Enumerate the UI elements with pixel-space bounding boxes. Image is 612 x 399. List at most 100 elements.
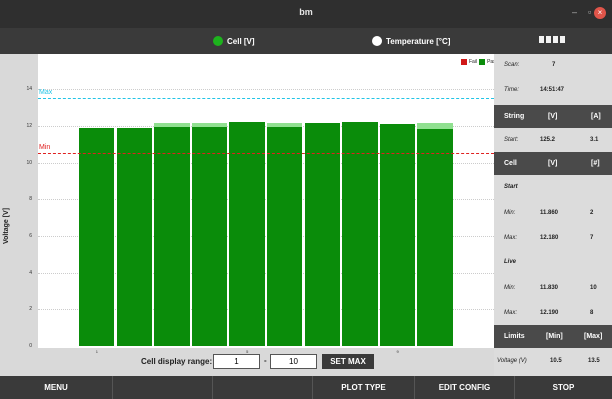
string-start-voltage: 125.2 <box>540 137 556 143</box>
y-axis-label: Voltage [V] <box>3 207 10 244</box>
temperature-label: Temperature [°C] <box>386 36 451 46</box>
y-tick-label: 4 <box>29 269 32 276</box>
cell-bar[interactable] <box>379 123 416 346</box>
limits-header: Limits [Min] [Max] <box>494 325 612 348</box>
cell-bar[interactable] <box>417 128 453 346</box>
mode-bar: Cell [V] Temperature [°C] <box>0 28 612 54</box>
edit-config-button[interactable]: EDIT CONFIG <box>415 376 515 399</box>
start-max-label: Max: <box>504 235 518 241</box>
string-header-a: [A] <box>591 113 601 120</box>
cell-bar[interactable] <box>229 122 265 346</box>
cell-header-v: [V] <box>548 160 558 167</box>
live-max-label: Max: <box>504 310 518 316</box>
cell-bar[interactable] <box>154 126 190 346</box>
cell-bar[interactable] <box>116 127 152 346</box>
start-min-row: Min: 11.860 2 <box>494 202 612 225</box>
app-window: bm – ▫ × Cell [V] Temperature [°C] Volta… <box>0 0 612 399</box>
live-max-row: Max: 12.190 8 <box>494 302 612 325</box>
close-button[interactable]: × <box>594 7 606 19</box>
menu-button[interactable]: MENU <box>0 376 113 399</box>
grid-view-icon[interactable] <box>539 36 565 43</box>
live-max-cell: 8 <box>590 310 594 316</box>
legend-label: Fail <box>469 59 478 65</box>
gridline <box>38 89 494 91</box>
range-label: Cell display range: <box>141 357 213 366</box>
y-tick-label: 14 <box>26 86 32 93</box>
scan-value: 7 <box>552 62 556 68</box>
cell-bar[interactable] <box>79 128 115 346</box>
min-line <box>38 153 494 155</box>
limits-header-max: [Max] <box>584 333 603 340</box>
window-title: bm <box>299 7 313 17</box>
y-tick-label: 10 <box>26 159 32 166</box>
y-tick-label: 12 <box>26 122 32 129</box>
start-max-voltage: 12.180 <box>540 235 559 241</box>
bottom-toolbar: MENU PLOT TYPE EDIT CONFIG STOP <box>0 376 612 399</box>
limits-voltage-max: 13.5 <box>588 358 600 364</box>
legend-swatch <box>479 59 486 65</box>
legend-swatch <box>461 59 467 65</box>
title-bar: bm – ▫ × <box>0 0 612 28</box>
min-line-label: Min <box>39 144 51 152</box>
string-start-current: 3.1 <box>590 137 599 143</box>
y-tick-label: 6 <box>29 232 32 239</box>
range-from-input[interactable] <box>213 354 260 369</box>
cell-header-name: Cell <box>504 160 517 167</box>
start-section: Start <box>494 176 612 199</box>
set-max-button[interactable]: SET MAX <box>322 354 374 369</box>
string-start-label: Start: <box>504 137 519 143</box>
limits-voltage-row: Voltage (V) 10.5 13.5 <box>494 350 612 373</box>
range-to-input[interactable] <box>270 354 317 369</box>
cell-voltage-option[interactable]: Cell [V] <box>213 36 255 46</box>
start-min-cell: 2 <box>590 210 594 216</box>
plot-type-button[interactable]: PLOT TYPE <box>313 376 415 399</box>
string-start-row: Start: 125.2 3.1 <box>494 129 612 152</box>
cell-bar[interactable] <box>304 122 340 346</box>
range-dash: - <box>264 356 267 365</box>
limits-header-name: Limits <box>504 333 525 340</box>
stop-button[interactable]: STOP <box>515 376 612 399</box>
start-max-row: Max: 12.180 7 <box>494 227 612 250</box>
cell-bar[interactable] <box>342 122 378 346</box>
live-max-voltage: 12.190 <box>540 310 559 316</box>
live-min-cell: 10 <box>590 285 597 291</box>
empty-button-2[interactable] <box>213 376 313 399</box>
scan-label: Scan: <box>504 62 520 68</box>
live-min-label: Min: <box>504 285 516 291</box>
start-min-voltage: 11.860 <box>540 210 559 216</box>
maximize-button[interactable]: ▫ <box>588 7 591 17</box>
cell-radio-icon[interactable] <box>213 36 223 46</box>
limits-header-min: [Min] <box>546 333 563 340</box>
live-min-row: Min: 11.830 10 <box>494 277 612 300</box>
limits-voltage-min: 10.5 <box>550 358 562 364</box>
start-min-label: Min: <box>504 210 516 216</box>
cell-bar[interactable] <box>267 127 303 346</box>
time-row: Time: 14:51:47 <box>494 79 612 102</box>
cell-header: Cell [V] [#] <box>494 152 612 175</box>
time-value: 14:51:47 <box>540 87 565 93</box>
live-section: Live <box>494 251 612 274</box>
minimize-button[interactable]: – <box>572 7 577 17</box>
stats-panel: Scan: 7 Time: 14:51:47 String [V] [A] St… <box>494 54 612 376</box>
max-line-label: Max <box>39 89 53 97</box>
temperature-option[interactable]: Temperature [°C] <box>372 36 450 46</box>
y-tick-label: 2 <box>29 306 32 313</box>
cell-voltage-label: Cell [V] <box>227 36 255 46</box>
range-bar: Cell display range: - SET MAX <box>0 348 494 376</box>
chart-area: Voltage [V] 02468101214 MaxMinFailPassOv… <box>0 54 519 376</box>
bar-chart: MaxMinFailPassOver <box>38 54 519 348</box>
cell-bar[interactable] <box>191 127 228 346</box>
max-line <box>38 98 494 100</box>
limits-voltage-label: Voltage (V) <box>497 358 527 364</box>
cell-header-num: [#] <box>591 160 600 167</box>
string-header: String [V] [A] <box>494 105 612 128</box>
start-section-label: Start <box>504 184 518 190</box>
time-label: Time: <box>504 87 519 93</box>
temperature-radio-icon[interactable] <box>372 36 382 46</box>
empty-button-1[interactable] <box>113 376 213 399</box>
live-min-voltage: 11.830 <box>540 285 559 291</box>
string-header-v: [V] <box>548 113 558 120</box>
start-max-cell: 7 <box>590 235 594 241</box>
live-section-label: Live <box>504 259 517 265</box>
scan-row: Scan: 7 <box>494 54 612 77</box>
